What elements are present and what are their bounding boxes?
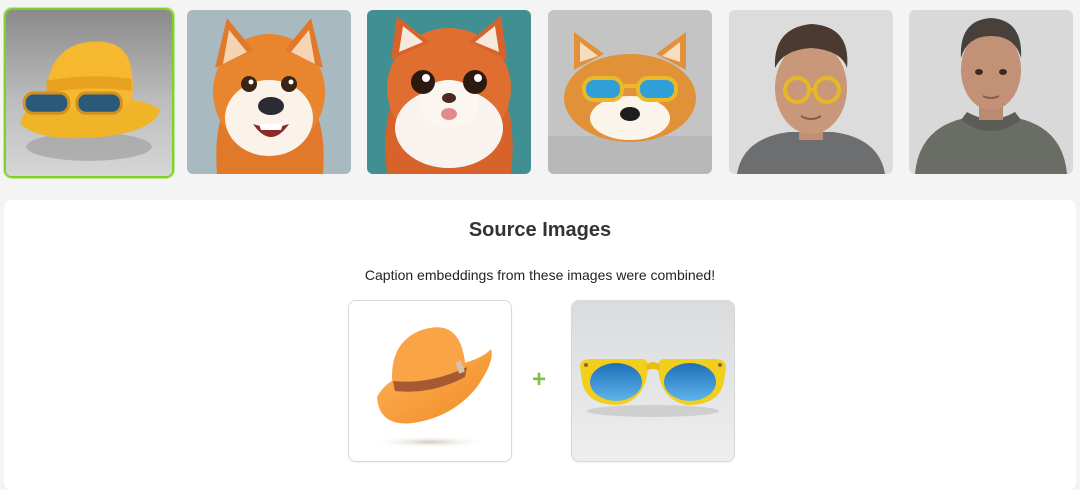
cartoon-dog-image [187,10,351,174]
man-glasses-image [729,10,893,174]
source-images-panel: Source Images Caption embeddings from th… [4,200,1076,490]
source-card-hat[interactable] [349,301,511,461]
gallery-thumb-hat-sunglasses[interactable] [4,8,174,178]
shiba-glasses-image [548,10,712,174]
hat-sunglasses-image [6,10,172,176]
yellow-sunglasses-image [572,301,734,461]
orange-hat-image [349,301,511,461]
gallery-thumb-man-portrait[interactable] [909,10,1073,174]
gallery-thumb-cartoon-dog[interactable] [187,10,351,174]
source-card-sunglasses[interactable] [572,301,734,461]
gallery-thumb-shiba-glasses[interactable] [548,10,712,174]
gallery-thumb-cartoon-cat[interactable] [367,10,531,174]
panel-subtitle: Caption embeddings from these images wer… [364,267,716,283]
panel-title: Source Images [468,219,612,241]
man-portrait-image [909,10,1073,174]
result-gallery [0,0,1080,190]
gallery-thumb-man-glasses[interactable] [729,10,893,174]
cartoon-cat-image [367,10,531,174]
plus-symbol: + [531,366,546,393]
